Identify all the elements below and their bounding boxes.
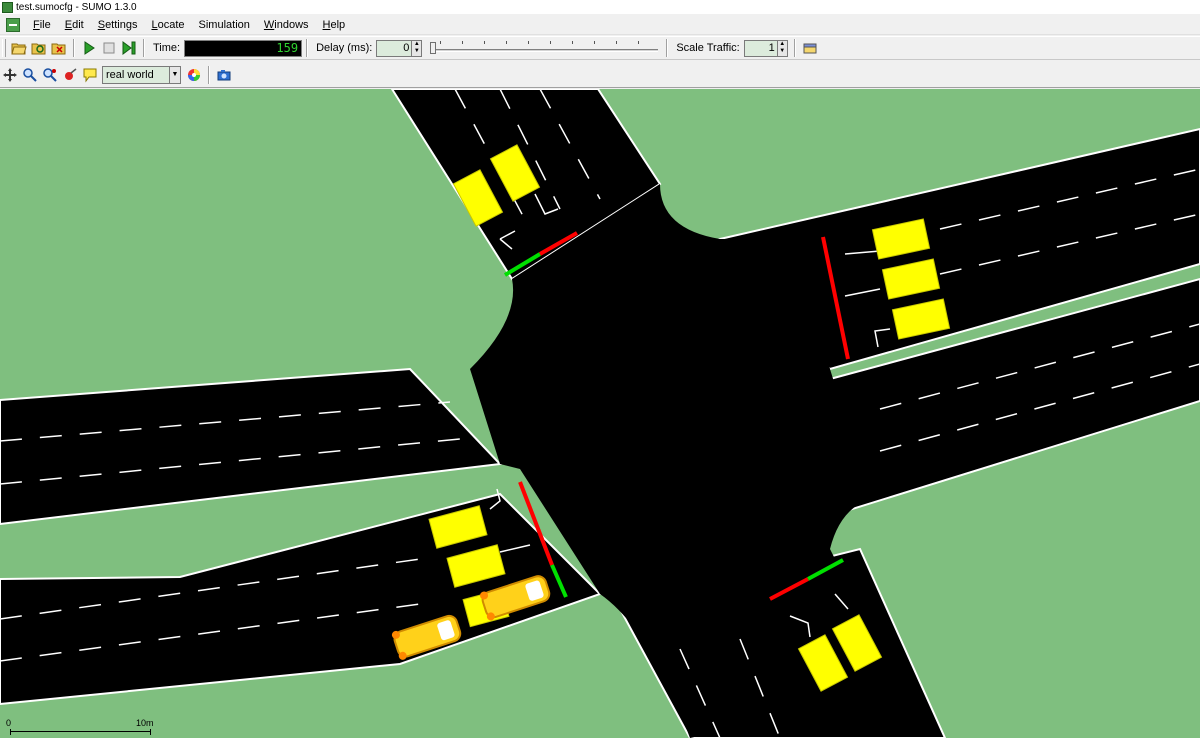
menu-file-rest: ile bbox=[39, 18, 51, 31]
color-wheel-icon[interactable] bbox=[185, 66, 203, 84]
road-network bbox=[0, 89, 1200, 738]
delay-spin-arrows[interactable]: ▲ ▼ bbox=[412, 39, 423, 57]
reload-icon[interactable] bbox=[30, 39, 48, 57]
open-icon[interactable] bbox=[10, 39, 28, 57]
play-icon[interactable] bbox=[80, 39, 98, 57]
time-label: Time: bbox=[153, 42, 181, 54]
scale-traffic-spinner[interactable]: ▲▼ bbox=[743, 39, 788, 57]
toolbar-grip[interactable] bbox=[2, 39, 6, 57]
slider-thumb[interactable] bbox=[430, 42, 437, 54]
scale-traffic-input[interactable] bbox=[743, 39, 778, 57]
close-icon[interactable] bbox=[50, 39, 68, 57]
slider-track bbox=[430, 49, 659, 52]
network-view[interactable]: 0 10m bbox=[0, 89, 1200, 738]
locate-icon[interactable] bbox=[41, 66, 59, 84]
color-scheme-value[interactable]: real world bbox=[102, 65, 170, 84]
recenter-icon[interactable] bbox=[1, 66, 19, 84]
title-bar: test.sumocfg - SUMO 1.3.0 bbox=[0, 0, 1200, 14]
sumo-window: test.sumocfg - SUMO 1.3.0 File Edit Sett… bbox=[0, 0, 1200, 738]
sumo-menu-icon[interactable] bbox=[6, 17, 20, 32]
menu-edit[interactable]: Edit bbox=[58, 15, 91, 35]
time-display: 159 bbox=[184, 39, 303, 57]
west-road-upper bbox=[0, 367, 503, 526]
menu-windows[interactable]: Windows bbox=[257, 15, 316, 35]
delay-label: Delay (ms): bbox=[316, 42, 373, 54]
simulation-toolbar: Time: 159 Delay (ms): ▲▼ Scale Traffic: … bbox=[0, 36, 1200, 60]
zoom-icon[interactable] bbox=[21, 66, 39, 84]
scale-spin-arrows[interactable]: ▲ ▼ bbox=[777, 39, 788, 57]
scale-traffic-label: Scale Traffic: bbox=[676, 42, 740, 54]
sumo-app-icon bbox=[2, 1, 13, 13]
window-title: test.sumocfg - SUMO 1.3.0 bbox=[16, 1, 137, 13]
chevron-down-icon[interactable]: ▼ bbox=[170, 65, 181, 84]
view-toolbar: real world ▼ bbox=[0, 62, 1200, 88]
menu-settings[interactable]: Settings bbox=[91, 15, 145, 35]
step-icon[interactable] bbox=[120, 39, 138, 57]
stop-icon[interactable] bbox=[100, 39, 118, 57]
color-scheme-select[interactable]: real world ▼ bbox=[102, 65, 181, 84]
screenshot-icon[interactable] bbox=[215, 66, 233, 84]
scale-bar: 0 10m bbox=[6, 718, 156, 738]
breakpoint-icon[interactable] bbox=[61, 66, 79, 84]
edit-icon[interactable] bbox=[801, 39, 819, 57]
scale-max-label: 10m bbox=[136, 718, 154, 728]
menu-help[interactable]: Help bbox=[316, 15, 353, 35]
menu-simulation[interactable]: Simulation bbox=[192, 15, 257, 35]
scale-min-label: 0 bbox=[6, 718, 12, 728]
menu-bar: File Edit Settings Locate Simulation Win… bbox=[0, 15, 1200, 35]
delay-spinner[interactable]: ▲▼ bbox=[376, 39, 423, 57]
delay-slider[interactable] bbox=[428, 38, 660, 58]
menu-file[interactable]: File bbox=[26, 15, 58, 35]
delay-input[interactable] bbox=[376, 39, 413, 57]
network-canvas[interactable] bbox=[0, 89, 1200, 738]
tooltip-icon[interactable] bbox=[81, 66, 99, 84]
menu-locate[interactable]: Locate bbox=[144, 15, 191, 35]
